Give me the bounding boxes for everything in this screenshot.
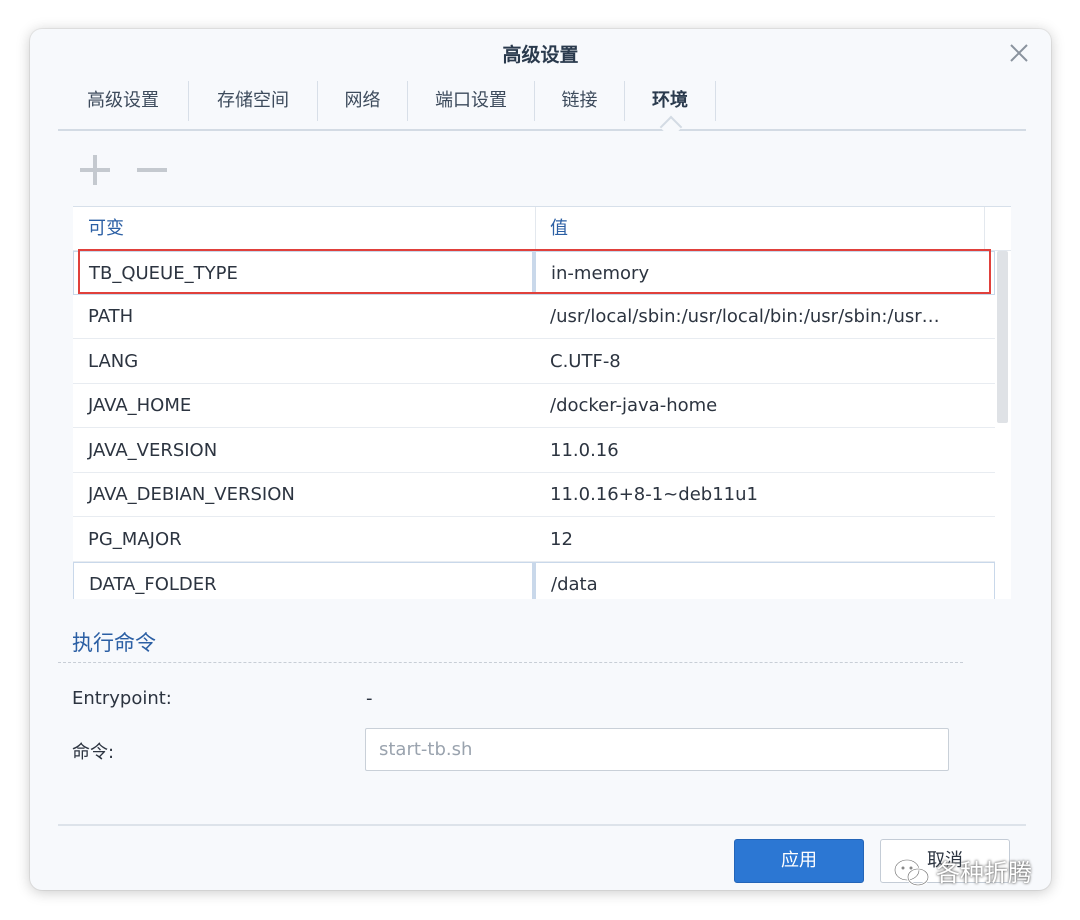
table-row[interactable]: JAVA_HOME /docker-java-home [73,384,995,428]
variable-name-cell[interactable]: JAVA_VERSION [73,429,535,473]
minus-icon[interactable] [135,153,169,187]
apply-button[interactable]: 应用 [734,839,864,883]
tab-bar: 高级设置 存储空间 网络 端口设置 链接 环境 [58,79,1026,139]
variable-name-cell[interactable]: JAVA_HOME [73,384,535,428]
command-input[interactable]: start-tb.sh [365,728,949,771]
column-separator [984,207,985,250]
variable-value-cell[interactable]: /docker-java-home [535,384,995,428]
variable-name-cell[interactable]: DATA_FOLDER [73,562,535,599]
plus-icon[interactable] [78,153,112,187]
advanced-settings-dialog: 高级设置 高级设置 存储空间 网络 端口设置 链接 环境 可变 值 TB_QUE… [30,29,1051,890]
variable-name-cell[interactable]: PG_MAJOR [73,518,535,562]
dialog-title: 高级设置 [502,44,579,66]
command-label: 命令: [72,742,115,763]
table-row[interactable]: PG_MAJOR 12 [73,518,995,562]
variable-name-cell[interactable]: JAVA_DEBIAN_VERSION [73,473,535,517]
variable-value-cell[interactable]: 12 [535,518,995,562]
table-scrollbar-thumb[interactable] [997,251,1008,423]
variable-value-cell[interactable]: C.UTF-8 [535,340,995,384]
section-divider [58,662,963,663]
variable-value-cell[interactable]: /usr/local/sbin:/usr/local/bin:/usr/sbin… [535,295,995,339]
tab-advanced-settings[interactable]: 高级设置 [58,79,188,129]
column-header-variable[interactable]: 可变 [73,207,535,250]
variable-name-cell[interactable]: PATH [73,295,535,339]
tab-storage[interactable]: 存储空间 [189,79,317,129]
tab-network[interactable]: 网络 [318,79,407,129]
table-row[interactable]: LANG C.UTF-8 [73,340,995,384]
table-row[interactable]: TB_QUEUE_TYPE in-memory [73,251,995,295]
footer-divider [58,824,1026,826]
watermark-text: 各种折腾 [936,859,1032,887]
variable-name-cell[interactable]: TB_QUEUE_TYPE [73,251,535,295]
column-header-value[interactable]: 值 [535,207,985,250]
variable-name-cell[interactable]: LANG [73,340,535,384]
table-header: 可变 值 [73,207,1011,251]
tab-divider [715,81,716,121]
table-row[interactable]: JAVA_VERSION 11.0.16 [73,429,995,473]
exec-command-section-title: 执行命令 [72,631,156,655]
entrypoint-value: - [366,688,373,709]
variable-value-cell[interactable]: 11.0.16+8-1~deb11u1 [535,473,995,517]
table-row[interactable]: JAVA_DEBIAN_VERSION 11.0.16+8-1~deb11u1 [73,473,995,517]
wechat-icon [892,857,932,895]
environment-variables-table: 可变 值 TB_QUEUE_TYPE in-memory PATH /usr/l… [73,206,1011,599]
entrypoint-label: Entrypoint: [72,688,172,709]
table-row[interactable]: DATA_FOLDER /data [73,562,995,599]
table-row[interactable]: PATH /usr/local/sbin:/usr/local/bin:/usr… [73,295,995,339]
tab-port-settings[interactable]: 端口设置 [408,79,534,129]
close-icon[interactable] [1007,41,1031,65]
variable-value-cell[interactable]: in-memory [535,251,995,295]
variable-value-cell[interactable]: /data [535,562,995,599]
variable-value-cell[interactable]: 11.0.16 [535,429,995,473]
tab-links[interactable]: 链接 [535,79,624,129]
